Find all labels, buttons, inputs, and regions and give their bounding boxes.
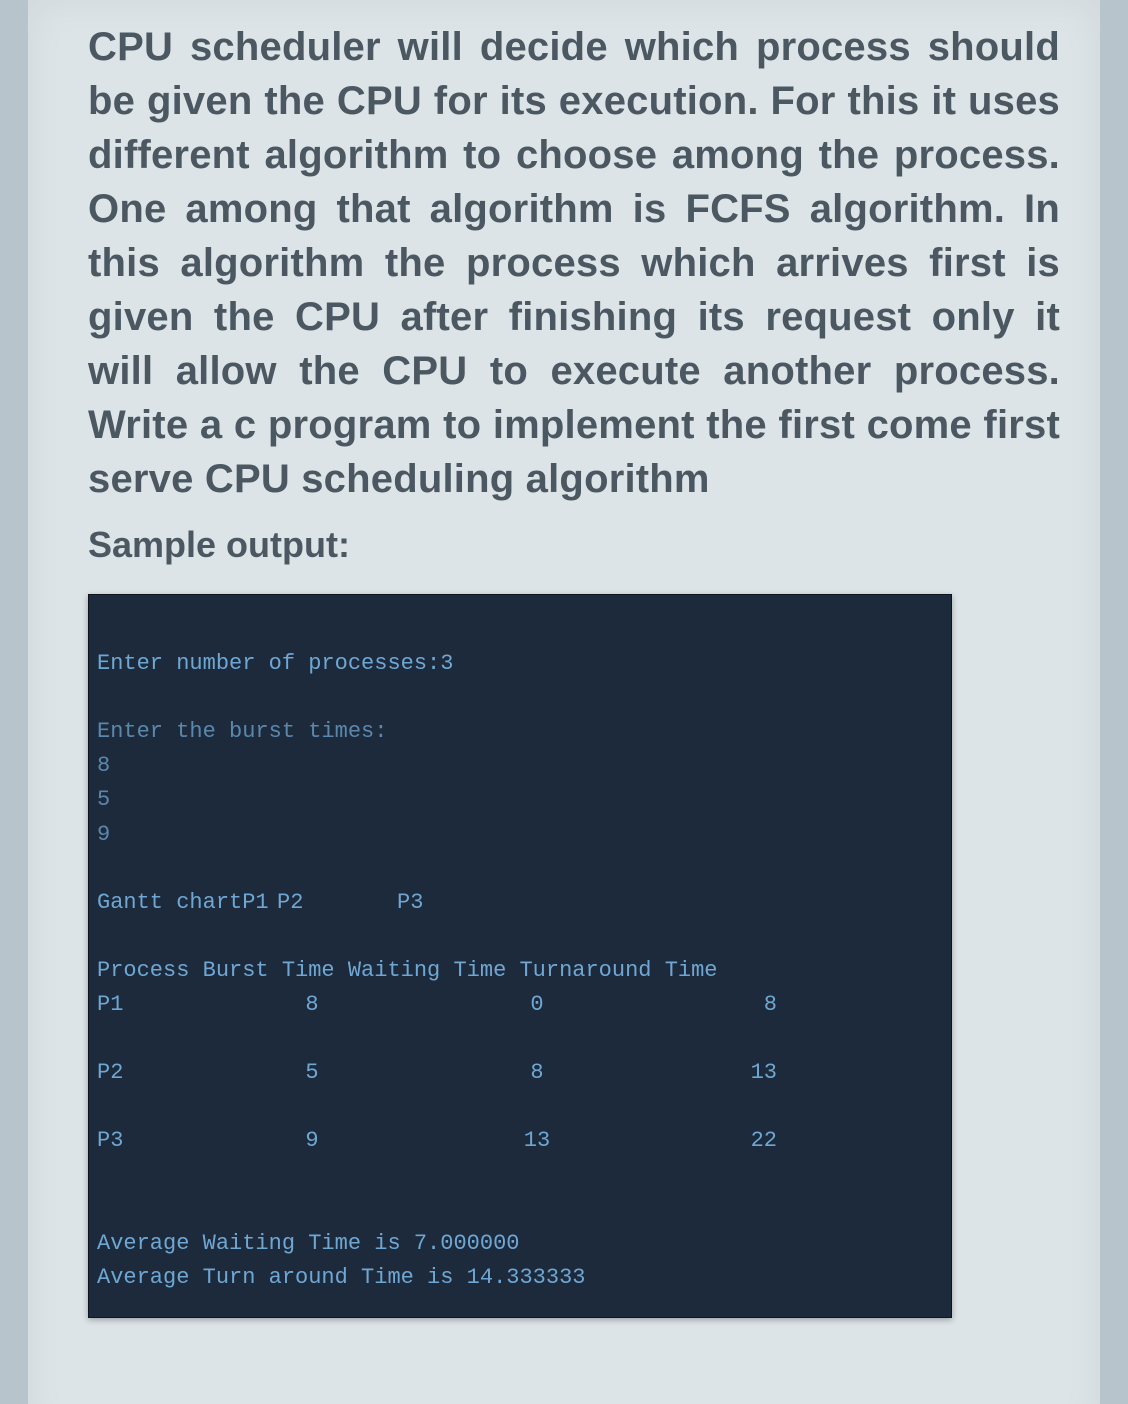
terminal-output: Enter number of processes:3 Enter the bu… [88,594,952,1318]
cell-wait: 8 [417,1056,657,1090]
table-header: Process Burst Time Waiting Time Turnarou… [97,958,718,983]
gantt-p2: P2 [277,886,397,920]
burst-input-3: 9 [97,822,110,847]
prompt-num-processes: Enter number of processes:3 [97,651,453,676]
gantt-p3: P3 [397,886,423,920]
cell-wait: 13 [417,1124,657,1158]
avg-turnaround-time: Average Turn around Time is 14.333333 [97,1265,585,1290]
cell-burst: 8 [207,988,417,1022]
gantt-label: Gantt chart [97,886,242,920]
cell-burst: 9 [207,1124,417,1158]
cell-tat: 8 [657,988,777,1022]
cell-burst: 5 [207,1056,417,1090]
cell-tat: 22 [657,1124,777,1158]
burst-input-1: 8 [97,753,110,778]
question-text: CPU scheduler will decide which process … [88,20,1060,506]
table-row: P391322 [97,1124,935,1158]
cell-process: P3 [97,1124,207,1158]
gantt-p1: P1 [242,886,268,920]
burst-input-2: 5 [97,787,110,812]
prompt-burst-times: Enter the burst times: [97,719,387,744]
document-page: CPU scheduler will decide which process … [28,0,1100,1404]
cell-tat: 13 [657,1056,777,1090]
sample-output-label: Sample output: [88,524,1060,566]
cell-wait: 0 [417,988,657,1022]
cell-process: P1 [97,988,207,1022]
gantt-chart-line: Gantt chartP1P2P3 [97,890,423,915]
cell-process: P2 [97,1056,207,1090]
table-row: P25813 [97,1056,935,1090]
table-row: P1808 [97,988,935,1022]
avg-waiting-time: Average Waiting Time is 7.000000 [97,1231,519,1256]
